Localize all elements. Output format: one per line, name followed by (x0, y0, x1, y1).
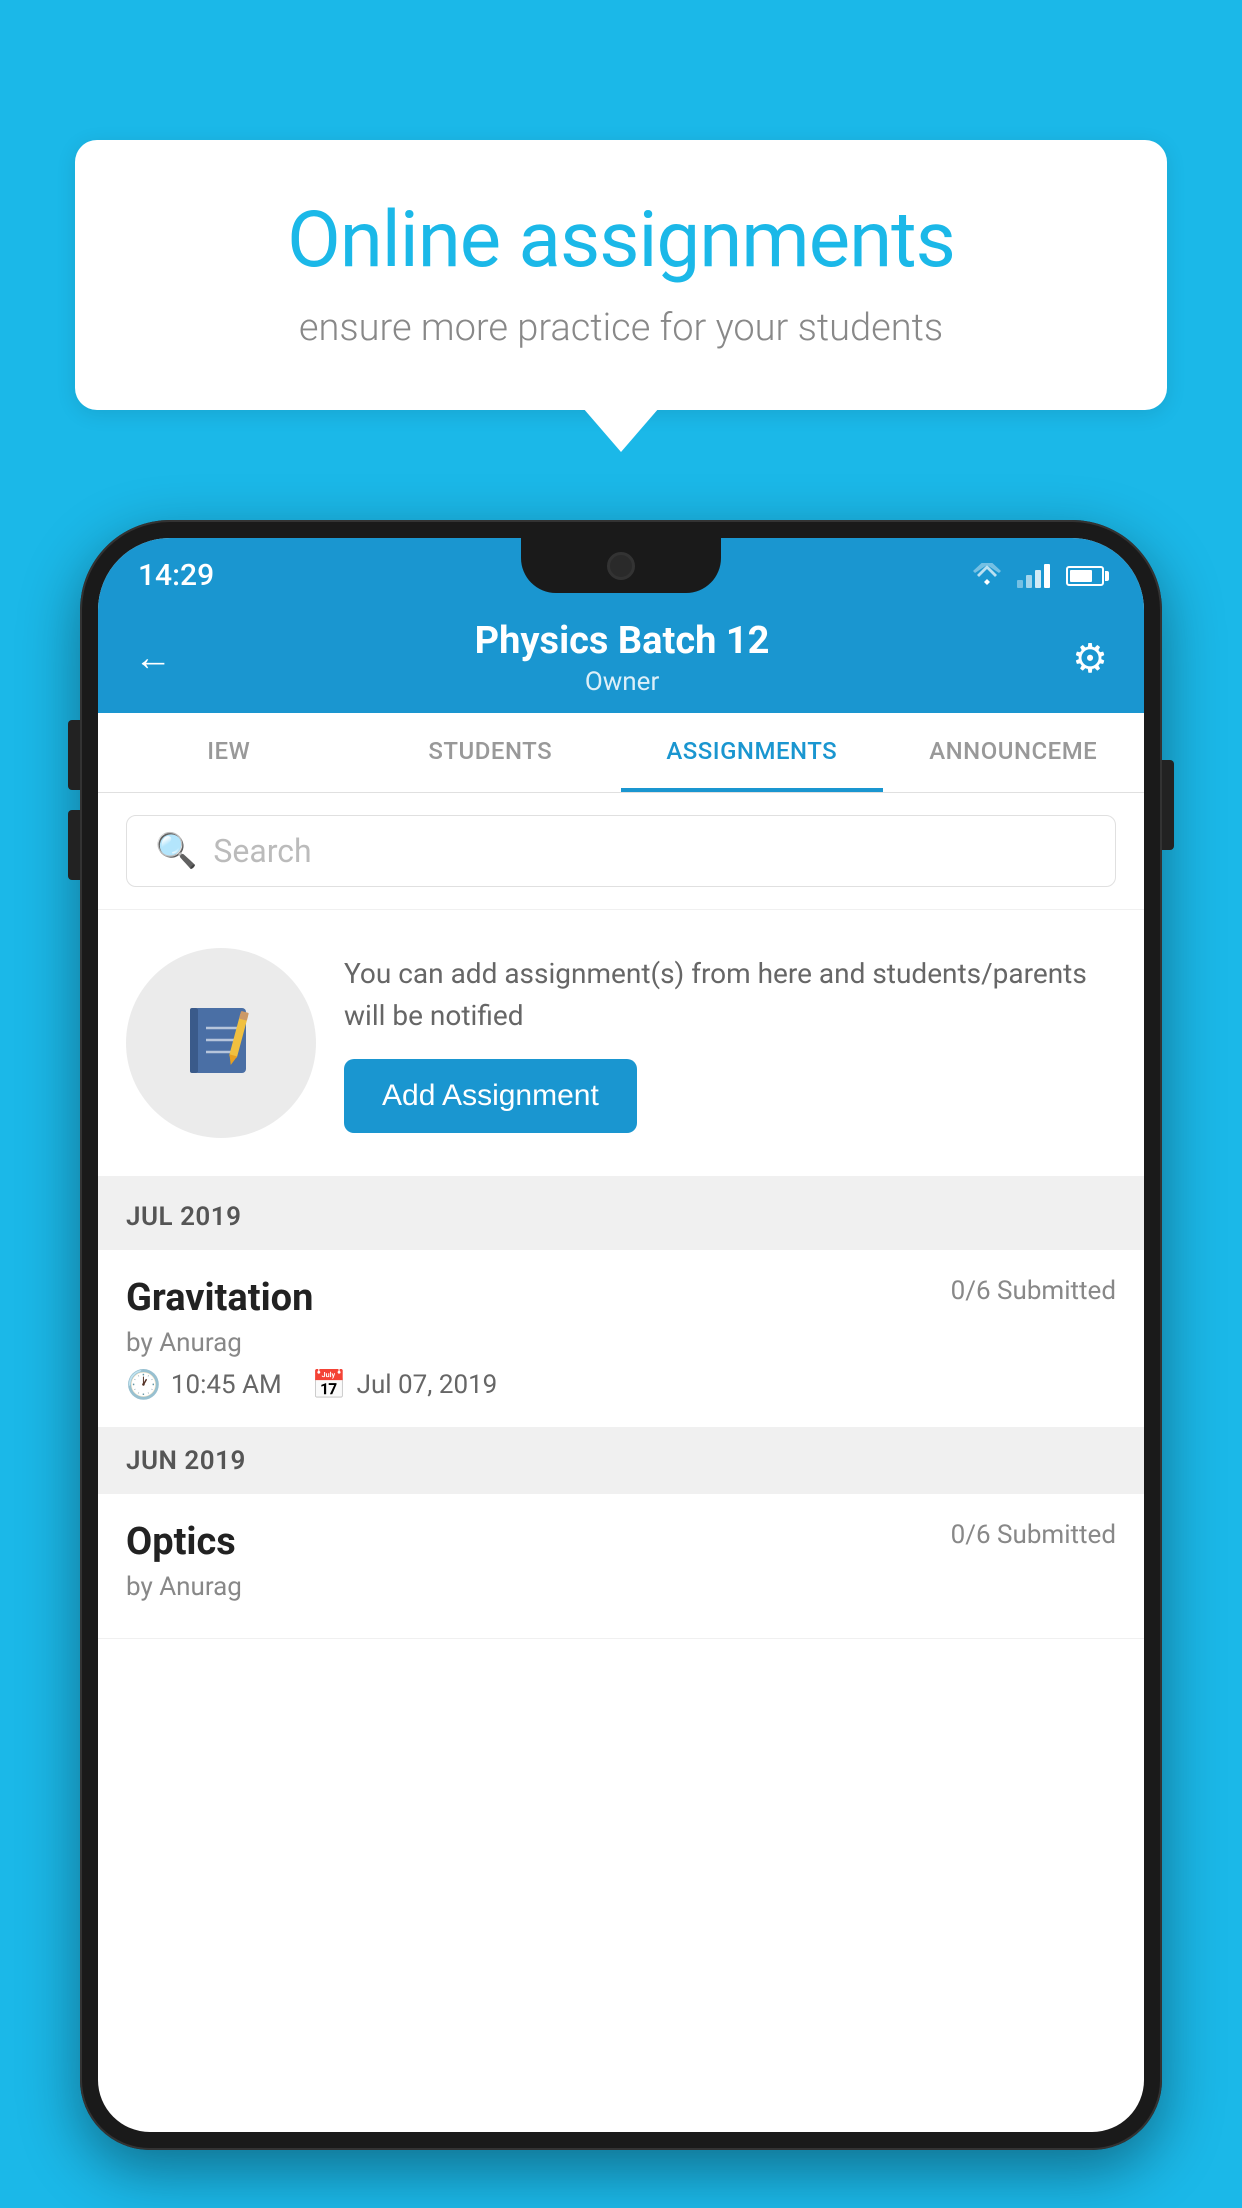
search-icon: 🔍 (155, 831, 197, 871)
phone-outer: 14:29 (80, 520, 1162, 2150)
assignment-top: Gravitation 0/6 Submitted (126, 1276, 1116, 1320)
phone-screen: 14:29 (98, 538, 1144, 2132)
assignment-author-optics: by Anurag (126, 1572, 1116, 1602)
promo-subtitle: ensure more practice for your students (135, 306, 1107, 350)
add-assignment-button[interactable]: Add Assignment (344, 1059, 637, 1133)
promo-icon-circle (126, 948, 316, 1138)
settings-icon[interactable]: ⚙ (1072, 635, 1108, 682)
notebook-icon (176, 998, 266, 1088)
header-center: Physics Batch 12 Owner (475, 619, 770, 697)
speech-bubble: Online assignments ensure more practice … (75, 140, 1167, 410)
section-header-jun: JUN 2019 (98, 1428, 1144, 1494)
assignment-author: by Anurag (126, 1328, 1116, 1358)
section-header-jul: JUL 2019 (98, 1184, 1144, 1250)
back-button[interactable]: ← (134, 639, 172, 677)
assignment-item-gravitation[interactable]: Gravitation 0/6 Submitted by Anurag 🕐 10… (98, 1250, 1144, 1428)
power-button (1162, 760, 1174, 850)
assignment-item-optics[interactable]: Optics 0/6 Submitted by Anurag (98, 1494, 1144, 1639)
header-subtitle: Owner (475, 667, 770, 697)
volume-up-button (68, 720, 80, 790)
assignment-time: 🕐 10:45 AM (126, 1368, 282, 1401)
search-bar[interactable]: 🔍 Search (126, 815, 1116, 887)
assignment-date: 📅 Jul 07, 2019 (312, 1368, 498, 1401)
header-title: Physics Batch 12 (475, 619, 770, 663)
calendar-icon: 📅 (312, 1368, 347, 1401)
tabs-bar: IEW STUDENTS ASSIGNMENTS ANNOUNCEME (98, 713, 1144, 793)
assignment-name-optics: Optics (126, 1520, 236, 1564)
promo-section: You can add assignment(s) from here and … (98, 910, 1144, 1184)
assignment-meta: 🕐 10:45 AM 📅 Jul 07, 2019 (126, 1368, 1116, 1401)
tab-assignments[interactable]: ASSIGNMENTS (621, 713, 883, 792)
assignment-name: Gravitation (126, 1276, 313, 1320)
promo-content: You can add assignment(s) from here and … (344, 953, 1116, 1133)
tab-announcements[interactable]: ANNOUNCEME (883, 713, 1145, 792)
phone-frame: 14:29 (80, 520, 1162, 2208)
search-container: 🔍 Search (98, 793, 1144, 910)
tab-iew[interactable]: IEW (98, 713, 360, 792)
promo-title: Online assignments (135, 195, 1107, 286)
volume-down-button (68, 810, 80, 880)
signal-icon (1017, 564, 1050, 588)
status-time: 14:29 (138, 558, 214, 593)
battery-icon (1066, 566, 1104, 586)
promo-description: You can add assignment(s) from here and … (344, 953, 1116, 1037)
front-camera (607, 552, 635, 580)
promo-card: Online assignments ensure more practice … (75, 140, 1167, 410)
assignment-submitted: 0/6 Submitted (951, 1276, 1116, 1306)
wifi-icon (969, 563, 1005, 589)
clock-icon: 🕐 (126, 1368, 161, 1401)
assignment-submitted-optics: 0/6 Submitted (951, 1520, 1116, 1550)
status-icons (969, 563, 1104, 589)
tab-students[interactable]: STUDENTS (360, 713, 622, 792)
assignment-top-optics: Optics 0/6 Submitted (126, 1520, 1116, 1564)
phone-notch (521, 538, 721, 593)
app-header: ← Physics Batch 12 Owner ⚙ (98, 603, 1144, 713)
search-placeholder: Search (213, 832, 311, 870)
